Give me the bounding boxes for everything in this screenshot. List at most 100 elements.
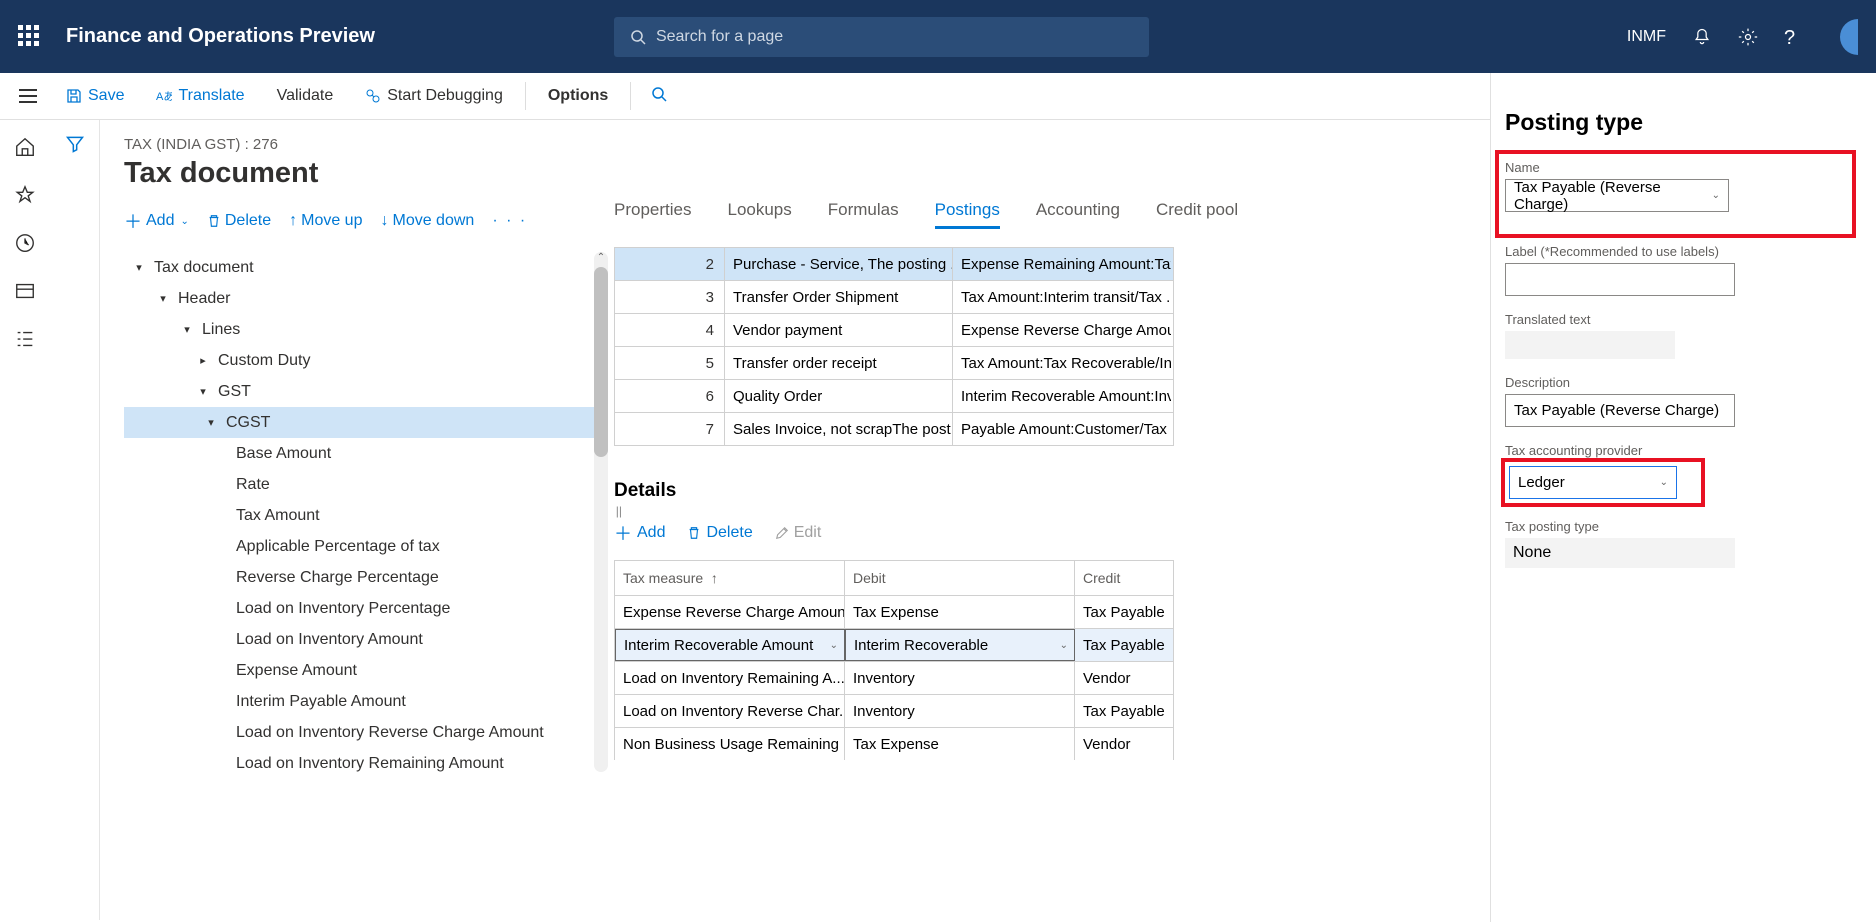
tree-node-lines[interactable]: ▾Lines xyxy=(124,314,600,345)
tree-leaf[interactable]: Load on Inventory Amount xyxy=(124,624,600,655)
divider xyxy=(630,82,631,110)
tree-leaf[interactable]: Load on Inventory Percentage xyxy=(124,593,600,624)
postings-grid: 2 Purchase - Service, The posting ... Ex… xyxy=(614,247,1174,446)
tree-leaf[interactable]: Reverse Charge Percentage xyxy=(124,562,600,593)
table-row[interactable]: 5 Transfer order receipt Tax Amount:Tax … xyxy=(615,346,1173,379)
tree-node-gst[interactable]: ▾GST xyxy=(124,376,600,407)
table-row[interactable]: 2 Purchase - Service, The posting ... Ex… xyxy=(615,247,1173,280)
more-button[interactable]: · · · xyxy=(492,212,527,230)
save-icon xyxy=(66,88,82,104)
delete-button[interactable]: Delete xyxy=(207,212,271,230)
filter-icon[interactable] xyxy=(65,134,85,154)
table-row[interactable]: Expense Reverse Charge Amount Tax Expens… xyxy=(615,595,1173,628)
nav-collapse-icon[interactable] xyxy=(19,89,37,103)
breadcrumb: TAX (INDIA GST) : 276 xyxy=(124,136,600,153)
translate-icon: Aあ xyxy=(156,88,172,104)
table-row[interactable]: Non Business Usage Remaining ... Tax Exp… xyxy=(615,727,1173,760)
legal-entity[interactable]: INMF xyxy=(1627,28,1666,46)
chevron-down-icon[interactable]: ⌄ xyxy=(1060,640,1068,651)
description-label: Description xyxy=(1505,375,1846,390)
col-debit[interactable]: Debit xyxy=(845,561,1075,595)
app-title: Finance and Operations Preview xyxy=(66,25,375,48)
table-row[interactable]: 4 Vendor payment Expense Reverse Charge … xyxy=(615,313,1173,346)
translated-label: Translated text xyxy=(1505,312,1846,327)
highlight-box-name: Name Tax Payable (Reverse Charge) ⌄ xyxy=(1499,154,1852,234)
svg-text:Aあ: Aあ xyxy=(156,90,172,103)
table-row[interactable]: 3 Transfer Order Shipment Tax Amount:Int… xyxy=(615,280,1173,313)
movedown-button[interactable]: ↓Move down xyxy=(380,212,474,230)
debit-cell[interactable]: Interim Recoverable⌄ xyxy=(845,629,1075,661)
table-row[interactable]: Load on Inventory Remaining A... Invento… xyxy=(615,661,1173,694)
provider-dropdown[interactable]: Ledger ⌄ xyxy=(1509,466,1677,499)
tab-formulas[interactable]: Formulas xyxy=(828,200,899,229)
star-icon[interactable] xyxy=(14,184,36,206)
tree-node-header[interactable]: ▾Header xyxy=(124,283,600,314)
details-add-button[interactable]: ＋Add xyxy=(614,520,665,546)
tree-leaf[interactable]: Base Amount xyxy=(124,438,600,469)
options-button[interactable]: Options xyxy=(532,73,624,119)
filter-column xyxy=(50,120,100,920)
table-row[interactable]: 7 Sales Invoice, not scrapThe post... Pa… xyxy=(615,412,1173,445)
workspace-icon[interactable] xyxy=(14,280,36,302)
moveup-button[interactable]: ↑Move up xyxy=(289,212,362,230)
tree-leaf[interactable]: Rate xyxy=(124,469,600,500)
tree-leaf[interactable]: Load on Inventory Reverse Charge Amount xyxy=(124,717,600,748)
tab-lookups[interactable]: Lookups xyxy=(727,200,791,229)
tab-creditpool[interactable]: Credit pool xyxy=(1156,200,1238,229)
details-delete-button[interactable]: Delete xyxy=(687,520,752,546)
tree-leaf[interactable]: Interim Payable Amount xyxy=(124,686,600,717)
global-search[interactable]: Search for a page xyxy=(614,17,1149,57)
avatar[interactable] xyxy=(1840,19,1858,55)
tree-node-taxdoc[interactable]: ▾Tax document xyxy=(124,252,600,283)
translate-button[interactable]: Aあ Translate xyxy=(140,73,260,119)
name-dropdown[interactable]: Tax Payable (Reverse Charge) ⌄ xyxy=(1505,179,1729,212)
bell-icon[interactable] xyxy=(1692,27,1712,47)
name-label: Name xyxy=(1505,160,1846,175)
help-icon[interactable]: ? xyxy=(1784,27,1804,47)
label-input[interactable] xyxy=(1505,263,1735,296)
tree-leaf[interactable]: Applicable Percentage of tax xyxy=(124,531,600,562)
page-title: Tax document xyxy=(124,157,600,190)
label-label: Label (*Recommended to use labels) xyxy=(1505,244,1846,259)
modules-icon[interactable] xyxy=(14,328,36,350)
table-row[interactable]: Interim Recoverable Amount⌄ Interim Reco… xyxy=(615,628,1173,661)
trash-icon xyxy=(207,214,221,228)
chevron-down-icon[interactable]: ⌄ xyxy=(830,640,838,651)
gear-icon[interactable] xyxy=(1738,27,1758,47)
tree-leaf[interactable]: Tax Amount xyxy=(124,500,600,531)
tab-properties[interactable]: Properties xyxy=(614,200,691,229)
highlight-box-provider: Ledger ⌄ xyxy=(1505,462,1701,503)
debug-icon xyxy=(365,88,381,104)
col-credit[interactable]: Credit xyxy=(1075,561,1173,595)
splitter-handle[interactable]: || xyxy=(616,504,622,518)
tree-node-customduty[interactable]: ▸Custom Duty xyxy=(124,345,600,376)
tab-accounting[interactable]: Accounting xyxy=(1036,200,1120,229)
save-button[interactable]: Save xyxy=(50,73,140,119)
details-edit-button[interactable]: Edit xyxy=(775,520,822,546)
search-placeholder: Search for a page xyxy=(656,28,783,46)
recent-icon[interactable] xyxy=(14,232,36,254)
divider xyxy=(525,82,526,110)
table-row[interactable]: 6 Quality Order Interim Recoverable Amou… xyxy=(615,379,1173,412)
col-tax-measure[interactable]: Tax measure ↑ xyxy=(615,561,845,595)
tax-measure-cell[interactable]: Interim Recoverable Amount⌄ xyxy=(615,629,845,661)
tree-scrollbar[interactable]: ⌃ xyxy=(594,252,608,772)
home-icon[interactable] xyxy=(14,136,36,158)
tree-leaf[interactable]: Load on Inventory Remaining Amount xyxy=(124,748,600,779)
action-search-icon[interactable] xyxy=(637,86,681,107)
add-button[interactable]: ＋Add⌄ xyxy=(124,208,189,234)
validate-button[interactable]: Validate xyxy=(261,73,350,119)
side-panel-title: Posting type xyxy=(1505,109,1846,136)
provider-label: Tax accounting provider xyxy=(1505,443,1846,458)
waffle-icon[interactable] xyxy=(18,25,42,49)
tree-node-cgst[interactable]: ▾CGST xyxy=(124,407,600,438)
tree: ▾Tax document ▾Header ▾Lines ▸Custom Dut… xyxy=(124,252,600,779)
posting-type-label: Tax posting type xyxy=(1505,519,1846,534)
table-row[interactable]: Load on Inventory Reverse Char... Invent… xyxy=(615,694,1173,727)
description-input[interactable]: Tax Payable (Reverse Charge) xyxy=(1505,394,1735,427)
tree-toolbar: ＋Add⌄ Delete ↑Move up ↓Move down · · · xyxy=(124,208,600,234)
tab-postings[interactable]: Postings xyxy=(935,200,1000,229)
start-debugging-button[interactable]: Start Debugging xyxy=(349,73,519,119)
tree-leaf[interactable]: Expense Amount xyxy=(124,655,600,686)
left-rail xyxy=(0,120,50,350)
